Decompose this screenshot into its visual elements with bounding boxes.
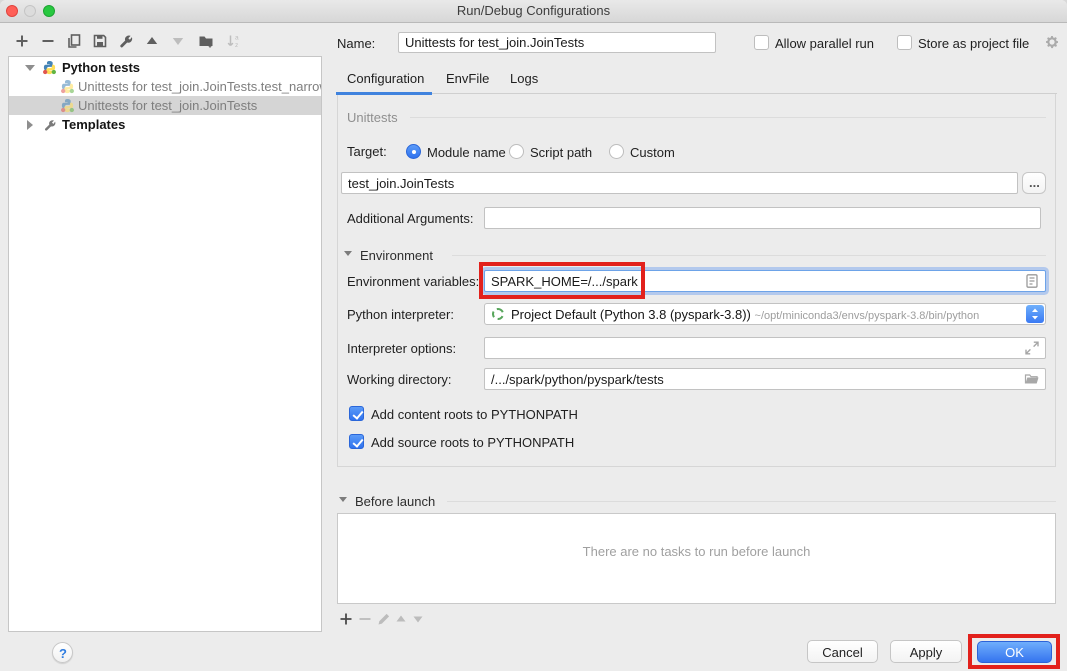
svg-text:z: z xyxy=(235,42,238,49)
python-tests-icon xyxy=(42,60,57,75)
python-test-config-icon xyxy=(60,79,75,94)
dropdown-stepper-icon[interactable] xyxy=(1026,305,1044,323)
additional-arguments-label: Additional Arguments: xyxy=(347,211,473,226)
module-name-input[interactable] xyxy=(341,172,1018,194)
tree-item-label: Templates xyxy=(62,115,125,134)
additional-arguments-input[interactable] xyxy=(484,207,1041,229)
before-launch-section-label[interactable]: Before launch xyxy=(355,494,435,509)
move-down-icon xyxy=(170,33,186,49)
target-module-name-radio[interactable] xyxy=(406,144,421,159)
python-interpreter-select[interactable]: Project Default (Python 3.8 (pyspark-3.8… xyxy=(484,303,1046,325)
expand-icon[interactable] xyxy=(1024,340,1040,356)
target-script-path-label[interactable]: Script path xyxy=(530,145,592,160)
add-source-roots-checkbox[interactable] xyxy=(349,434,364,449)
remove-task-icon xyxy=(358,612,372,626)
run-debug-configurations-dialog: Run/Debug Configurations az Python tests xyxy=(0,0,1067,671)
name-input[interactable] xyxy=(398,32,716,53)
save-icon[interactable] xyxy=(92,33,108,49)
edit-templates-icon[interactable] xyxy=(118,33,134,49)
tree-item-label: Unittests for test_join.JoinTests.test_n… xyxy=(78,77,321,96)
target-label: Target: xyxy=(347,144,387,159)
folder-icon[interactable] xyxy=(1024,371,1040,387)
task-down-icon xyxy=(411,612,425,626)
interpreter-options-input[interactable] xyxy=(484,337,1046,359)
add-icon[interactable] xyxy=(14,33,30,49)
working-directory-input[interactable] xyxy=(484,368,1046,390)
browse-button[interactable]: ... xyxy=(1022,172,1046,194)
collapse-arrow-icon[interactable] xyxy=(27,120,33,130)
tree-item-unittests-test-narrow[interactable]: Unittests for test_join.JoinTests.test_n… xyxy=(9,77,321,96)
move-up-icon[interactable] xyxy=(144,33,160,49)
apply-button[interactable]: Apply xyxy=(890,640,962,663)
browse-variables-icon[interactable] xyxy=(1024,273,1040,289)
tree-item-label: Python tests xyxy=(62,58,140,77)
interpreter-options-field[interactable] xyxy=(484,337,1046,359)
title-bar: Run/Debug Configurations xyxy=(0,0,1067,23)
tab-envfile[interactable]: EnvFile xyxy=(446,71,489,86)
environment-section-label[interactable]: Environment xyxy=(360,248,433,263)
before-launch-empty-message: There are no tasks to run before launch xyxy=(583,544,811,559)
task-up-icon xyxy=(394,612,408,626)
tree-item-templates[interactable]: Templates xyxy=(9,115,321,134)
cancel-button[interactable]: Cancel xyxy=(807,640,878,663)
python-interpreter-label: Python interpreter: xyxy=(347,307,454,322)
window-title: Run/Debug Configurations xyxy=(0,3,1067,18)
help-button[interactable]: ? xyxy=(52,642,73,663)
expand-arrow-icon[interactable] xyxy=(25,65,35,71)
tab-divider xyxy=(337,93,1057,94)
remove-icon[interactable] xyxy=(40,33,56,49)
interpreter-options-label: Interpreter options: xyxy=(347,341,456,356)
wrench-icon xyxy=(43,118,58,133)
python-interpreter-value: Project Default (Python 3.8 (pyspark-3.8… xyxy=(511,307,751,322)
python-interpreter-path: ~/opt/miniconda3/envs/pyspark-3.8/bin/py… xyxy=(755,310,980,322)
gear-icon[interactable] xyxy=(1044,34,1060,50)
collapse-before-launch-icon[interactable] xyxy=(339,497,347,502)
add-content-roots-label[interactable]: Add content roots to PYTHONPATH xyxy=(371,407,578,422)
add-source-roots-label[interactable]: Add source roots to PYTHONPATH xyxy=(371,435,574,450)
add-task-icon[interactable] xyxy=(339,612,353,626)
svg-text:a: a xyxy=(235,35,239,42)
annotation-box-ok-button xyxy=(968,634,1060,669)
tree-item-python-tests[interactable]: Python tests xyxy=(9,58,321,77)
collapse-environment-icon[interactable] xyxy=(344,251,352,256)
python-test-config-icon xyxy=(60,98,75,113)
unittests-section-label: Unittests xyxy=(347,110,398,125)
allow-parallel-run-checkbox[interactable] xyxy=(754,35,769,50)
sort-alphabetically-icon: az xyxy=(226,33,242,49)
working-directory-field[interactable] xyxy=(484,368,1046,390)
tree-item-unittests-jointests-selected[interactable]: Unittests for test_join.JoinTests xyxy=(9,96,321,115)
conda-environment-icon xyxy=(492,308,504,320)
add-content-roots-checkbox[interactable] xyxy=(349,406,364,421)
store-as-project-file-checkbox[interactable] xyxy=(897,35,912,50)
store-as-project-file-label: Store as project file xyxy=(918,36,1029,51)
edit-task-icon xyxy=(377,612,391,626)
annotation-box-environment-variables xyxy=(479,262,645,299)
target-module-name-label[interactable]: Module name xyxy=(427,145,506,160)
environment-variables-label: Environment variables: xyxy=(347,274,479,289)
separator-line xyxy=(447,501,1056,502)
configurations-tree: Python tests Unittests for test_join.Joi… xyxy=(8,56,322,632)
tree-item-label: Unittests for test_join.JoinTests xyxy=(78,96,257,115)
before-launch-tasks-list: There are no tasks to run before launch xyxy=(337,513,1056,604)
target-custom-label[interactable]: Custom xyxy=(630,145,675,160)
separator-line xyxy=(410,117,1046,118)
target-script-path-radio[interactable] xyxy=(509,144,524,159)
working-directory-label: Working directory: xyxy=(347,372,452,387)
separator-line xyxy=(452,255,1046,256)
name-label: Name: xyxy=(337,36,375,51)
allow-parallel-run-label: Allow parallel run xyxy=(775,36,874,51)
active-tab-indicator xyxy=(336,92,432,95)
copy-icon[interactable] xyxy=(66,33,82,49)
new-folder-icon[interactable] xyxy=(198,33,214,49)
tab-configuration[interactable]: Configuration xyxy=(347,71,424,86)
tab-logs[interactable]: Logs xyxy=(510,71,538,86)
target-custom-radio[interactable] xyxy=(609,144,624,159)
